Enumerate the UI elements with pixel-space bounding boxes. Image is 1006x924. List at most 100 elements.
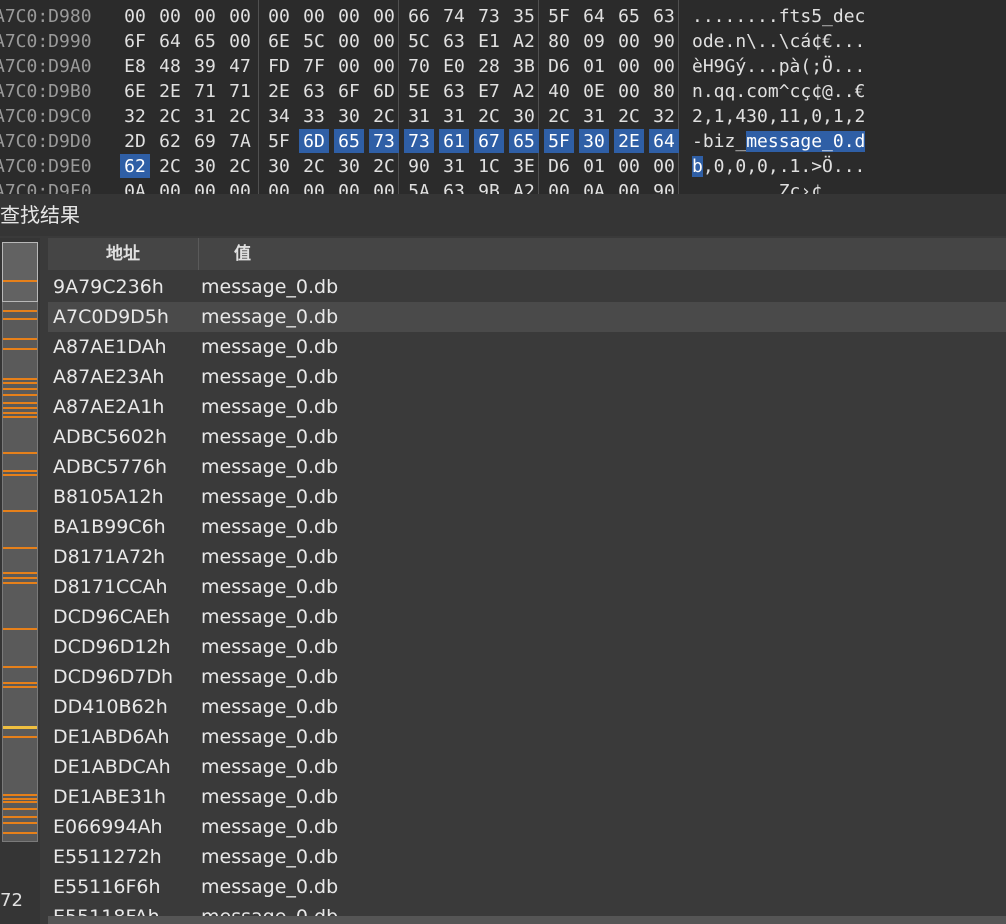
- minimap-viewport[interactable]: [2, 242, 38, 302]
- hex-byte[interactable]: 00: [225, 29, 255, 53]
- table-row[interactable]: D8171A72h message_0.db: [48, 542, 1006, 572]
- hex-byte[interactable]: 31: [404, 104, 434, 128]
- hex-byte[interactable]: 00: [299, 179, 329, 194]
- minimap-track[interactable]: [2, 242, 38, 842]
- hex-byte[interactable]: 00: [334, 29, 364, 53]
- hex-ascii-text[interactable]: ode.n\..\cá¢€...: [692, 29, 865, 54]
- hex-byte[interactable]: 9B: [474, 179, 504, 194]
- hex-row[interactable]: A7C0:D9F0 0A 00 00 00 00 00 00 00 5A 63 9B A2 00 0A 00 9…: [0, 179, 1006, 194]
- hex-byte[interactable]: FD: [264, 54, 294, 78]
- hex-byte[interactable]: 65: [334, 129, 364, 153]
- hex-byte[interactable]: 64: [155, 29, 185, 53]
- hex-byte[interactable]: 31: [439, 104, 469, 128]
- hex-byte[interactable]: 00: [299, 4, 329, 28]
- table-row[interactable]: 9A79C236h message_0.db: [48, 272, 1006, 302]
- hex-byte[interactable]: 63: [439, 79, 469, 103]
- table-row[interactable]: DCD96D12h message_0.db: [48, 632, 1006, 662]
- table-row[interactable]: A87AE23Ah message_0.db: [48, 362, 1006, 392]
- hex-ascii-text[interactable]: ........Zc›¢: [692, 179, 822, 194]
- hex-byte[interactable]: 00: [190, 179, 220, 194]
- hex-byte[interactable]: 30: [334, 104, 364, 128]
- hex-row[interactable]: A7C0:D980 00 00 00 00 00 00 00 00 66 74 73 35 5F 64 65 6…: [0, 4, 1006, 29]
- hex-byte[interactable]: 62: [155, 129, 185, 153]
- hex-byte[interactable]: 34: [264, 104, 294, 128]
- table-row[interactable]: DCD96D7Dh message_0.db: [48, 662, 1006, 692]
- table-row[interactable]: ADBC5776h message_0.db: [48, 452, 1006, 482]
- hex-byte[interactable]: E7: [474, 79, 504, 103]
- hex-byte[interactable]: 48: [155, 54, 185, 78]
- horizontal-scrollbar[interactable]: [48, 916, 1006, 924]
- hex-byte[interactable]: 73: [474, 4, 504, 28]
- hex-byte[interactable]: 5C: [299, 29, 329, 53]
- table-row[interactable]: A7C0D9D5h message_0.db: [48, 302, 1006, 332]
- hex-byte[interactable]: 2E: [614, 129, 644, 153]
- hex-byte[interactable]: 00: [155, 4, 185, 28]
- hex-byte[interactable]: 31: [190, 104, 220, 128]
- table-row[interactable]: BA1B99C6h message_0.db: [48, 512, 1006, 542]
- hex-row[interactable]: A7C0:D9A0 E8 48 39 47 FD 7F 00 00 70 E0 28 3B D6 01 00 0…: [0, 54, 1006, 79]
- table-row[interactable]: B8105A12h message_0.db: [48, 482, 1006, 512]
- hex-ascii-text[interactable]: ........fts5_dec: [692, 4, 865, 29]
- hex-byte[interactable]: 63: [439, 179, 469, 194]
- hex-byte[interactable]: 30: [579, 129, 609, 153]
- hex-byte[interactable]: D6: [544, 54, 574, 78]
- hex-byte[interactable]: E8: [120, 54, 150, 78]
- hex-byte[interactable]: 71: [225, 79, 255, 103]
- hex-row[interactable]: A7C0:D9E0 62 2C 30 2C 30 2C 30 2C 90 31 1C 3E D6 01 00 0…: [0, 154, 1006, 179]
- results-minimap[interactable]: [0, 238, 40, 924]
- hex-byte[interactable]: 6E: [120, 79, 150, 103]
- hex-byte[interactable]: 63: [299, 79, 329, 103]
- column-header-value[interactable]: 值: [234, 238, 251, 270]
- hex-byte[interactable]: 62: [120, 154, 150, 178]
- hex-byte[interactable]: 39: [190, 54, 220, 78]
- hex-byte[interactable]: 65: [509, 129, 539, 153]
- hex-byte[interactable]: 00: [614, 29, 644, 53]
- hex-byte[interactable]: 65: [190, 29, 220, 53]
- hex-byte[interactable]: A2: [509, 79, 539, 103]
- hex-ascii-text[interactable]: n.qq.com^cç¢@..€: [692, 79, 865, 104]
- hex-byte[interactable]: 00: [649, 54, 679, 78]
- table-row[interactable]: A87AE2A1h message_0.db: [48, 392, 1006, 422]
- hex-byte[interactable]: 2C: [474, 104, 504, 128]
- hex-byte[interactable]: 28: [474, 54, 504, 78]
- hex-byte[interactable]: 33: [299, 104, 329, 128]
- hex-byte[interactable]: 00: [614, 154, 644, 178]
- hex-byte[interactable]: 31: [439, 154, 469, 178]
- hex-byte[interactable]: 00: [120, 4, 150, 28]
- hex-byte[interactable]: 00: [649, 154, 679, 178]
- hex-byte[interactable]: 00: [614, 79, 644, 103]
- hex-byte[interactable]: 00: [264, 179, 294, 194]
- hex-byte[interactable]: 64: [579, 4, 609, 28]
- hex-byte[interactable]: 30: [509, 104, 539, 128]
- table-row[interactable]: A87AE1DAh message_0.db: [48, 332, 1006, 362]
- hex-byte[interactable]: 63: [439, 29, 469, 53]
- hex-byte[interactable]: 5E: [404, 79, 434, 103]
- hex-byte[interactable]: 00: [264, 4, 294, 28]
- hex-byte[interactable]: 30: [190, 154, 220, 178]
- hex-byte[interactable]: 0A: [579, 179, 609, 194]
- hex-byte[interactable]: 00: [334, 4, 364, 28]
- hex-byte[interactable]: 00: [369, 4, 399, 28]
- hex-byte[interactable]: 00: [225, 179, 255, 194]
- hex-byte[interactable]: 2C: [225, 104, 255, 128]
- hex-byte[interactable]: 2E: [155, 79, 185, 103]
- hex-byte[interactable]: 2C: [369, 104, 399, 128]
- hex-byte[interactable]: 6F: [334, 79, 364, 103]
- table-row[interactable]: D8171CCAh message_0.db: [48, 572, 1006, 602]
- table-row[interactable]: DCD96CAEh message_0.db: [48, 602, 1006, 632]
- hex-byte[interactable]: 0A: [120, 179, 150, 194]
- hex-byte[interactable]: 6F: [120, 29, 150, 53]
- hex-byte[interactable]: 47: [225, 54, 255, 78]
- hex-byte[interactable]: 2D: [120, 129, 150, 153]
- hex-byte[interactable]: 74: [439, 4, 469, 28]
- hex-byte[interactable]: 5A: [404, 179, 434, 194]
- hex-byte[interactable]: 30: [334, 154, 364, 178]
- hex-byte[interactable]: 00: [369, 29, 399, 53]
- hex-byte[interactable]: A2: [509, 179, 539, 194]
- column-header-address[interactable]: 地址: [48, 238, 199, 270]
- hex-byte[interactable]: D6: [544, 154, 574, 178]
- hex-byte[interactable]: 00: [190, 4, 220, 28]
- hex-byte[interactable]: 2C: [155, 154, 185, 178]
- hex-byte[interactable]: 80: [544, 29, 574, 53]
- table-row[interactable]: ADBC5602h message_0.db: [48, 422, 1006, 452]
